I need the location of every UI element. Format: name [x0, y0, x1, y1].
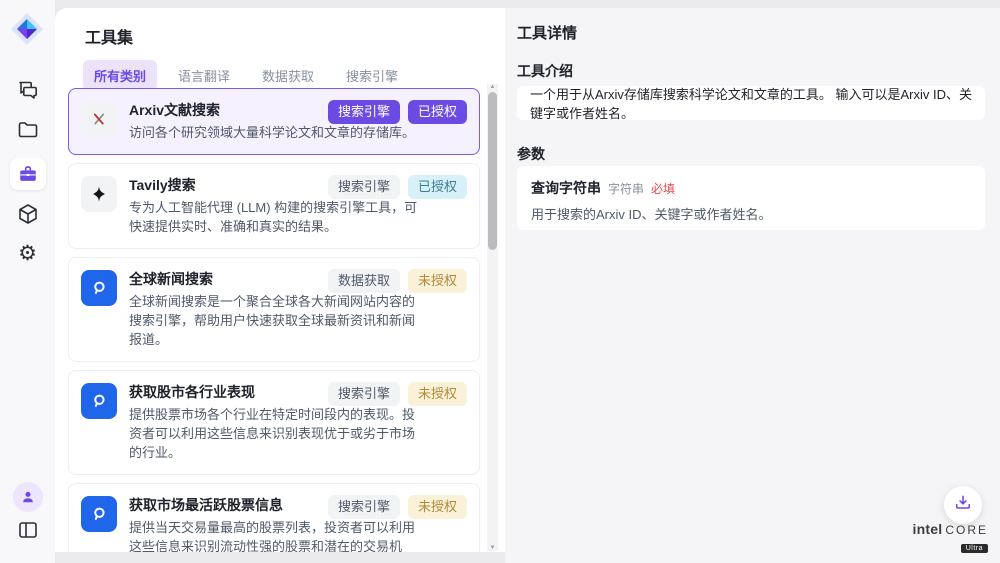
scrollbar-up-arrow-icon[interactable]: ▲ — [487, 84, 498, 90]
sidebar-item-plugins[interactable] — [0, 202, 55, 226]
app-logo-icon[interactable] — [10, 12, 44, 46]
active-nav-highlight — [10, 158, 46, 190]
tool-description: 提供当天交易量最高的股票列表，投资者可以利用这些信息来识别流动性强的股票和潜在的… — [129, 518, 427, 552]
gear-icon: ⚙ — [18, 242, 37, 266]
params-heading: 参数 — [517, 144, 545, 164]
core-wordmark: core — [945, 523, 988, 537]
tool-card-most-active-stocks[interactable]: 获取市场最活跃股票信息 提供当天交易量最高的股票列表，投资者可以利用这些信息来识… — [68, 483, 480, 552]
app-window: ⚙ 工具集 所有类别 语言翻译 数据获取 — [0, 0, 1000, 563]
panels-icon — [16, 518, 40, 542]
category-badge: 搜索引擎 — [328, 175, 400, 199]
tool-list-panel: 工具集 所有类别 语言翻译 数据获取 搜索引擎 Arxiv文献搜索 访问各个研究… — [55, 8, 505, 552]
sidebar-item-account[interactable] — [0, 482, 55, 512]
intro-heading: 工具介绍 — [517, 61, 573, 81]
scrollbar-down-arrow-icon[interactable]: ▼ — [487, 545, 498, 551]
auth-status-badge: 已授权 — [408, 100, 467, 124]
search-q-icon — [81, 496, 117, 532]
tool-card-tavily[interactable]: Tavily搜索 专为人工智能代理 (LLM) 构建的搜索引擎工具，可快速提供实… — [68, 163, 480, 249]
tool-detail-panel: 工具详情 工具介绍 一个用于从Arxiv存储库搜索科学论文和文章的工具。 输入可… — [505, 8, 1000, 563]
tab-data-acquisition[interactable]: 数据获取 — [251, 60, 325, 91]
param-name: 查询字符串 — [531, 178, 601, 198]
ultra-badge: Ultra — [961, 544, 988, 553]
intel-wordmark: intel — [913, 521, 943, 537]
auth-status-badge: 已授权 — [408, 175, 467, 199]
search-q-icon — [81, 270, 117, 306]
sidebar-item-chat[interactable] — [0, 78, 55, 102]
category-badge: 搜索引擎 — [328, 382, 400, 406]
category-tabs: 所有类别 语言翻译 数据获取 搜索引擎 — [83, 60, 409, 91]
download-arrow-icon — [953, 493, 973, 518]
sidebar-item-layout[interactable] — [0, 518, 55, 542]
sidebar-item-tools-active[interactable] — [0, 158, 55, 190]
sidebar-item-files[interactable] — [0, 118, 55, 142]
intro-text: 一个用于从Arxiv存储库搜索科学论文和文章的工具。 输入可以是Arxiv ID… — [530, 84, 972, 122]
sidebar-item-settings[interactable]: ⚙ — [0, 242, 55, 266]
intel-core-logo: intel core Ultra — [913, 521, 988, 555]
tab-all-categories[interactable]: 所有类别 — [83, 60, 157, 91]
tool-card-arxiv[interactable]: Arxiv文献搜索 访问各个研究领域大量科学论文和文章的存储库。 搜索引擎 已授… — [68, 88, 480, 155]
tool-card-global-news[interactable]: 全球新闻搜索 全球新闻搜索是一个聚合全球各大新闻网站内容的搜索引擎，帮助用户快速… — [68, 257, 480, 362]
param-description: 用于搜索的Arxiv ID、关键字或作者姓名。 — [531, 204, 971, 223]
tab-search-engine[interactable]: 搜索引擎 — [335, 60, 409, 91]
category-badge: 数据获取 — [328, 269, 400, 293]
param-type: 字符串 — [608, 180, 644, 197]
param-card: 查询字符串 字符串 必填 用于搜索的Arxiv ID、关键字或作者姓名。 — [517, 166, 985, 230]
avatar — [13, 482, 43, 512]
toolbox-icon — [17, 163, 39, 185]
page-title: 工具集 — [85, 24, 133, 48]
tool-description: 提供股票市场各个行业在特定时间段内的表现。投资者可以利用这些信息来识别表现优于或… — [129, 405, 427, 462]
tool-description: 全球新闻搜索是一个聚合全球各大新闻网站内容的搜索引擎，帮助用户快速获取全球最新资… — [129, 292, 427, 349]
scrollbar-thumb[interactable] — [488, 92, 497, 250]
download-button[interactable] — [944, 486, 982, 524]
tool-card-list: Arxiv文献搜索 访问各个研究领域大量科学论文和文章的存储库。 搜索引擎 已授… — [68, 88, 480, 552]
category-badge: 搜索引擎 — [328, 495, 400, 519]
chat-icon — [16, 78, 40, 102]
folder-icon — [16, 118, 40, 142]
detail-title: 工具详情 — [517, 22, 577, 43]
param-required-badge: 必填 — [651, 180, 675, 197]
search-q-icon — [81, 383, 117, 419]
cube-icon — [16, 202, 40, 226]
user-icon — [19, 488, 37, 506]
sparkle-icon — [81, 176, 117, 212]
auth-status-badge: 未授权 — [408, 495, 467, 519]
auth-status-badge: 未授权 — [408, 269, 467, 293]
category-badge: 搜索引擎 — [328, 100, 400, 124]
arxiv-x-icon — [81, 101, 117, 137]
intro-card: 一个用于从Arxiv存储库搜索科学论文和文章的工具。 输入可以是Arxiv ID… — [517, 86, 985, 120]
tool-description: 专为人工智能代理 (LLM) 构建的搜索引擎工具，可快速提供实时、准确和真实的结… — [129, 198, 427, 236]
list-scrollbar[interactable]: ▲ ▼ — [487, 84, 498, 551]
tool-description: 访问各个研究领域大量科学论文和文章的存储库。 — [129, 123, 427, 142]
tab-language-translation[interactable]: 语言翻译 — [167, 60, 241, 91]
sidebar: ⚙ — [0, 0, 55, 563]
auth-status-badge: 未授权 — [408, 382, 467, 406]
tool-card-sector-performance[interactable]: 获取股市各行业表现 提供股票市场各个行业在特定时间段内的表现。投资者可以利用这些… — [68, 370, 480, 475]
